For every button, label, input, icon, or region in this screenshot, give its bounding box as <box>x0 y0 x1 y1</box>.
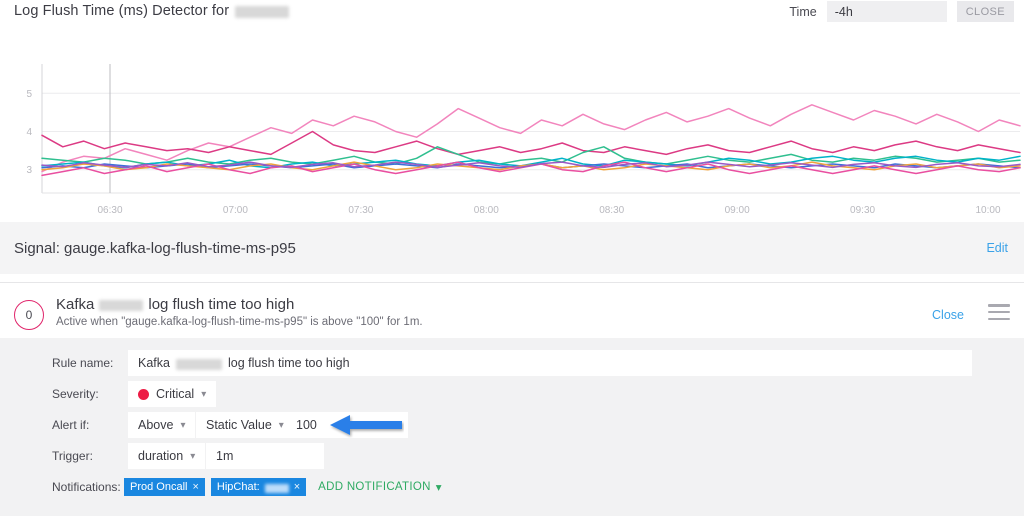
value-type-value: Static Value <box>206 418 272 432</box>
rule-title-prefix: Kafka <box>56 296 95 313</box>
threshold-value: 100 <box>296 418 317 432</box>
notifications-row: Notifications: Prod Oncall × HipChat: × … <box>0 478 1024 496</box>
signal-text: Signal: gauge.kafka-log-flush-time-ms-p9… <box>14 239 296 257</box>
top-bar: Log Flush Time (ms) Detector for Time CL… <box>0 0 1024 24</box>
x-axis-tick-label: 06:30 <box>97 205 122 215</box>
rule-close-link[interactable]: Close <box>932 308 964 322</box>
severity-select[interactable]: Critical ▾ <box>128 381 217 407</box>
chevron-down-icon: ▾ <box>180 419 186 431</box>
time-range-input[interactable] <box>826 1 947 22</box>
top-bar-controls: Time CLOSE <box>789 1 1014 22</box>
x-axis-tick-label: 07:00 <box>223 205 248 215</box>
rule-name-value-prefix: Kafka <box>138 356 170 370</box>
severity-label: Severity: <box>52 387 99 401</box>
rule-title: Kafka log flush time too high <box>56 296 294 313</box>
y-axis-tick-label: 4 <box>26 127 32 138</box>
comparator-value: Above <box>138 418 174 432</box>
severity-row: Severity: Critical ▾ <box>0 381 1024 407</box>
hamburger-line <box>988 304 1010 307</box>
notification-chip-list: Prod Oncall × HipChat: × ADD NOTIFICATIO… <box>124 478 442 496</box>
chart-canvas[interactable]: 3 4 5 06:30 07:00 07:30 08:00 08:30 09:00 09:30 10… <box>0 30 1024 215</box>
hamburger-line <box>988 310 1010 314</box>
trigger-row: Trigger: duration ▾ 1m <box>0 443 1024 469</box>
detector-page: Log Flush Time (ms) Detector for Time CL… <box>0 0 1024 516</box>
rule-name-label: Rule name: <box>52 356 114 370</box>
rule-title-suffix: log flush time too high <box>148 296 295 313</box>
page-title-text: Log Flush Time (ms) Detector for <box>14 3 230 19</box>
severity-value: Critical <box>156 387 195 401</box>
trigger-label: Trigger: <box>52 449 93 463</box>
chevron-down-icon: ▾ <box>190 450 196 462</box>
severity-dot-icon <box>138 388 149 400</box>
add-notification-button[interactable]: ADD NOTIFICATION ▾ <box>318 480 442 494</box>
hamburger-icon[interactable] <box>988 304 1010 320</box>
redacted-chip-token <box>264 483 289 493</box>
notifications-label: Notifications: <box>52 480 121 494</box>
alert-if-row: Alert if: Above ▾ Static Value ▾ 100 <box>0 412 1024 438</box>
notification-chip-label: Prod Oncall <box>130 481 188 493</box>
value-type-select[interactable]: Static Value ▾ <box>196 412 294 438</box>
chevron-down-icon: ▾ <box>201 388 207 400</box>
trigger-value-input[interactable]: 1m <box>206 443 324 469</box>
signal-edit-link[interactable]: Edit <box>986 241 1008 255</box>
redacted-title-token <box>235 6 290 18</box>
rule-name-row: Rule name: Kafka log flush time too high <box>0 350 1024 376</box>
signal-band: Signal: gauge.kafka-log-flush-time-ms-p9… <box>0 222 1024 274</box>
rule-subtitle: Active when "gauge.kafka-log-flush-time-… <box>56 316 423 328</box>
chevron-down-icon: ▾ <box>278 419 284 431</box>
page-title: Log Flush Time (ms) Detector for <box>14 3 290 19</box>
trigger-type-value: duration <box>138 449 184 463</box>
redacted-rule-name-token <box>175 358 222 370</box>
timeseries-chart[interactable]: 3 4 5 06:30 07:00 07:30 08:00 08:30 09:00 09:30 10… <box>0 30 1024 215</box>
close-icon[interactable]: × <box>294 481 300 493</box>
notification-chip-label: HipChat: <box>216 481 260 493</box>
x-axis-tick-label: 10:00 <box>975 205 1000 215</box>
alert-if-label: Alert if: <box>52 418 90 432</box>
add-notification-label: ADD NOTIFICATION <box>318 481 431 493</box>
comparator-select[interactable]: Above ▾ <box>128 412 196 438</box>
trigger-type-select[interactable]: duration ▾ <box>128 443 206 469</box>
x-axis-tick-label: 08:30 <box>599 205 624 215</box>
x-axis-tick-label: 07:30 <box>348 205 373 215</box>
threshold-input[interactable]: 100 <box>286 412 408 438</box>
close-icon[interactable]: × <box>192 481 198 493</box>
redacted-rule-token <box>99 300 144 311</box>
chevron-down-icon: ▾ <box>435 482 442 494</box>
alert-count-badge: 0 <box>14 300 44 330</box>
hamburger-line <box>988 317 1010 320</box>
x-axis-tick-label: 09:00 <box>725 205 750 215</box>
rule-name-value-suffix: log flush time too high <box>227 356 350 370</box>
notification-chip[interactable]: Prod Oncall × <box>124 478 205 496</box>
x-axis-tick-label: 09:30 <box>850 205 875 215</box>
time-label: Time <box>789 4 817 19</box>
x-axis-tick-label: 08:00 <box>474 205 499 215</box>
trigger-value: 1m <box>216 449 234 463</box>
rule-name-input[interactable]: Kafka log flush time too high <box>128 350 972 376</box>
notification-chip[interactable]: HipChat: × <box>210 478 307 496</box>
close-detector-button[interactable]: CLOSE <box>956 1 1014 22</box>
y-axis-tick-label: 5 <box>26 89 32 100</box>
y-axis-tick-label: 3 <box>26 165 32 176</box>
